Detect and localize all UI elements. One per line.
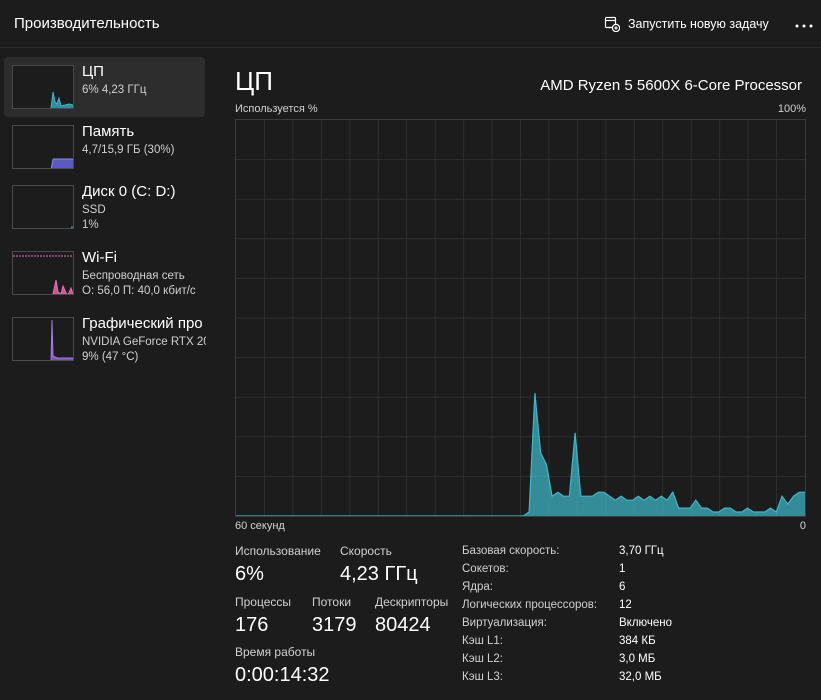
spec-value: 384 КБ	[619, 635, 656, 647]
spec-label: Кэш L1:	[462, 635, 503, 647]
uptime-label: Время работы	[235, 645, 316, 659]
spec-label: Ядра:	[462, 581, 494, 593]
wifi-mini-graph	[12, 251, 74, 295]
processes-value: 176	[235, 614, 269, 636]
sidebar-item-disk[interactable]: Диск 0 (C: D:) SSD 1%	[4, 177, 205, 237]
sidebar-item-title: ЦП	[82, 63, 104, 80]
sidebar-item-subtitle: 4,7/15,9 ГБ (30%)	[82, 144, 175, 156]
cpu-usage-chart	[236, 120, 805, 516]
memory-mini-graph	[12, 125, 74, 169]
cpu-usage-graph	[235, 119, 806, 517]
spec-value: 3,0 МБ	[619, 653, 656, 665]
speed-value: 4,23 ГГц	[340, 563, 418, 585]
usage-label: Использование	[235, 544, 321, 558]
sidebar-item-subtitle: 9% (47 °C)	[82, 351, 139, 363]
sidebar-item-subtitle: SSD	[82, 204, 106, 216]
spec-value: 6	[619, 581, 626, 593]
processes-label: Процессы	[235, 595, 292, 609]
sidebar-item-title: Wi-Fi	[82, 249, 117, 266]
uptime-value: 0:00:14:32	[235, 664, 330, 686]
spec-label: Сокетов:	[462, 563, 509, 575]
run-new-task-label: Запустить новую задачу	[628, 17, 769, 31]
handles-label: Дескрипторы	[375, 595, 449, 609]
more-dots-icon	[795, 15, 813, 33]
graph-y-label: Используется %	[235, 103, 318, 115]
sidebar-item-title: Графический про	[82, 315, 203, 332]
processor-name: AMD Ryzen 5 5600X 6-Core Processor	[540, 77, 802, 94]
threads-label: Потоки	[312, 595, 352, 609]
threads-value: 3179	[312, 614, 357, 636]
spec-value: 3,70 ГГц	[619, 545, 664, 557]
spec-value: 32,0 МБ	[619, 671, 662, 683]
sidebar-item-title: Диск 0 (C: D:)	[82, 183, 176, 200]
handles-value: 80424	[375, 614, 431, 636]
spec-value: Включено	[619, 617, 673, 629]
graph-x-right-label: 0	[799, 520, 806, 532]
sidebar-item-wifi[interactable]: Wi-Fi Беспроводная сеть О: 56,0 П: 40,0 …	[4, 243, 205, 303]
sidebar-item-cpu[interactable]: ЦП 6% 4,23 ГГц	[4, 57, 205, 117]
sidebar-item-gpu[interactable]: Графический про NVIDIA GeForce RTX 207 9…	[4, 309, 206, 369]
spec-label: Кэш L2:	[462, 653, 503, 665]
sidebar-item-subtitle: NVIDIA GeForce RTX 207	[82, 336, 206, 348]
page-title: Производительность	[14, 15, 160, 32]
run-new-task-button[interactable]: Запустить новую задачу	[604, 13, 769, 35]
top-bar: Производительность Запустить новую задач…	[0, 0, 821, 48]
sidebar-item-subtitle: О: 56,0 П: 40,0 кбит/с	[82, 285, 196, 297]
gpu-mini-graph	[12, 317, 74, 361]
graph-y-max-label: 100%	[777, 103, 806, 115]
new-task-icon	[604, 16, 620, 32]
section-title: ЦП	[235, 66, 273, 96]
spec-label: Логических процессоров:	[462, 599, 598, 611]
sidebar-item-memory[interactable]: Память 4,7/15,9 ГБ (30%)	[4, 117, 205, 177]
disk-mini-graph	[12, 185, 74, 229]
spec-label: Базовая скорость:	[462, 545, 560, 557]
spec-label: Кэш L3:	[462, 671, 503, 683]
sidebar-item-subtitle: Беспроводная сеть	[82, 270, 185, 282]
sidebar-item-subtitle: 6% 4,23 ГГц	[82, 84, 147, 96]
sidebar-item-subtitle: 1%	[82, 219, 99, 231]
sidebar-item-title: Память	[82, 123, 135, 140]
spec-value: 1	[619, 563, 626, 575]
cpu-mini-graph	[12, 65, 74, 109]
graph-x-left-label: 60 секунд	[235, 520, 285, 532]
speed-label: Скорость	[340, 544, 392, 558]
spec-value: 12	[619, 599, 632, 611]
spec-label: Виртуализация:	[462, 617, 547, 629]
usage-value: 6%	[235, 563, 264, 585]
more-options-button[interactable]	[793, 12, 815, 36]
